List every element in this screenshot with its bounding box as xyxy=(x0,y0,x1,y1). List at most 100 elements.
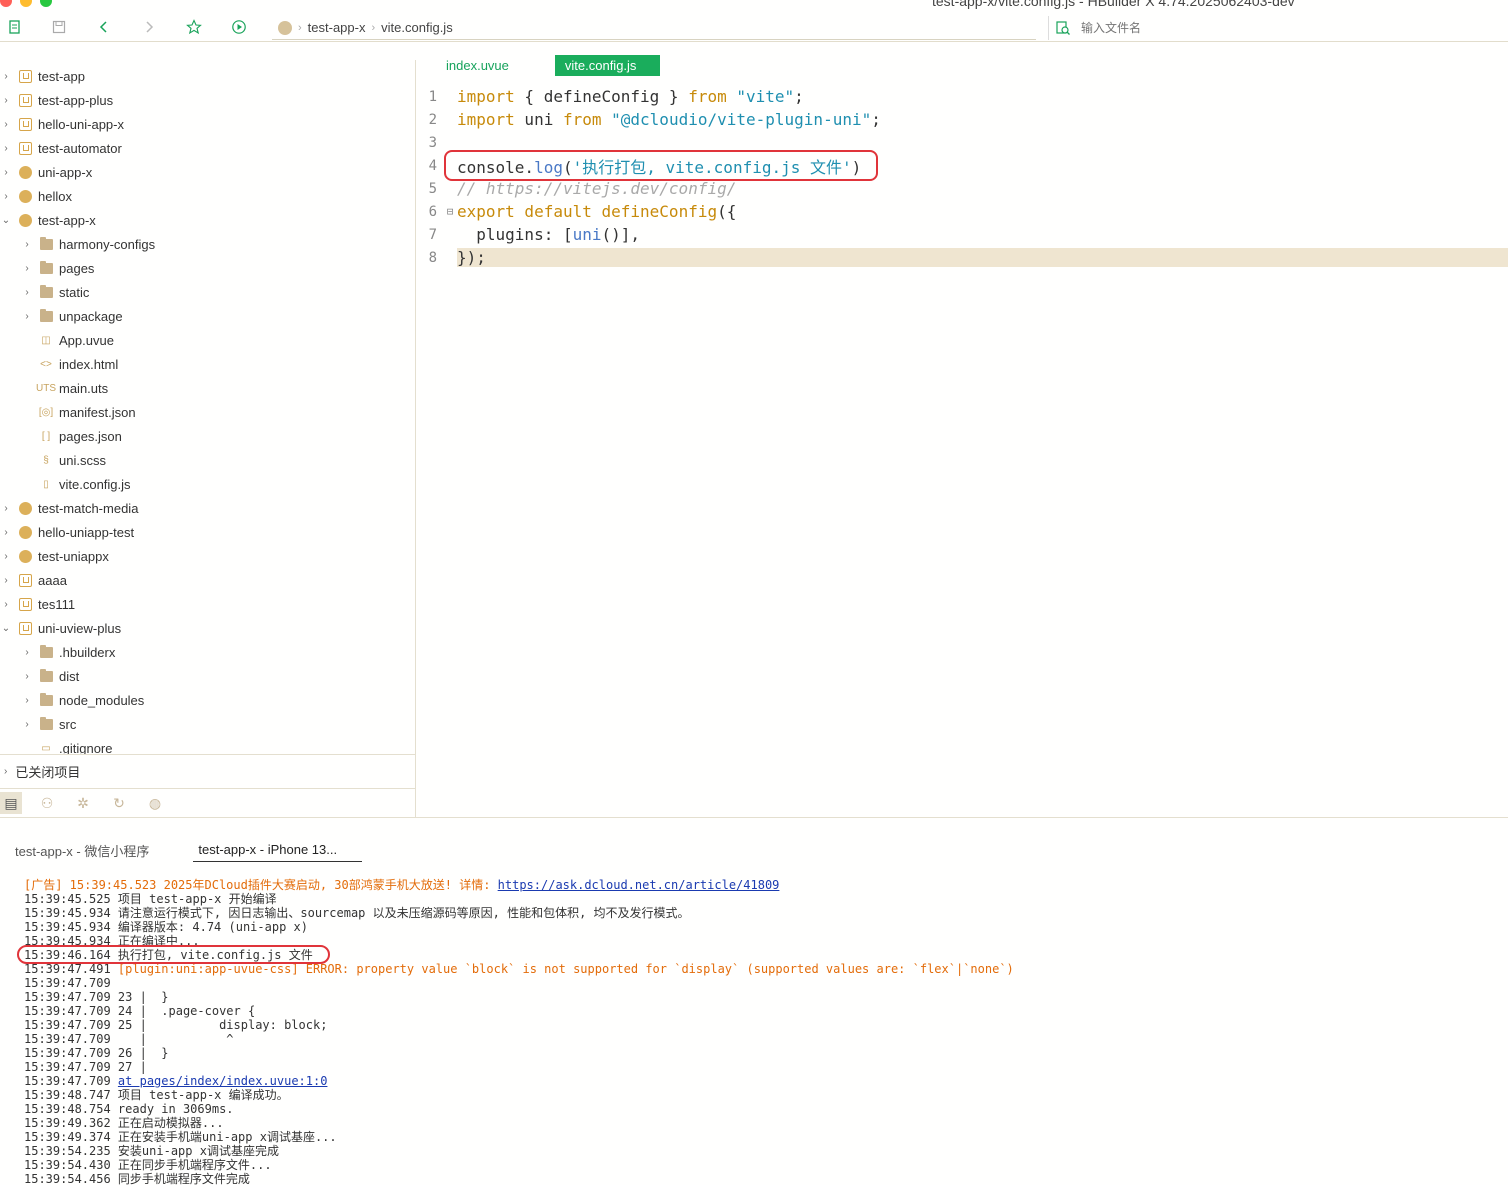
file-search-input[interactable] xyxy=(1081,21,1381,35)
tree-item-label: node_modules xyxy=(59,692,145,708)
tree-item-label: pages.json xyxy=(59,428,122,444)
tree-item-label: unpackage xyxy=(59,308,123,324)
breadcrumb-project[interactable]: test-app-x xyxy=(308,20,366,35)
chevron-down-icon: ⌄ xyxy=(1,622,11,634)
tree-item[interactable]: › hello-uni-app-x xyxy=(0,112,416,136)
bug-icon[interactable]: ✲ xyxy=(72,792,94,814)
tree-item[interactable]: [ ] pages.json xyxy=(0,424,416,448)
project-round-icon xyxy=(18,525,32,539)
star-icon[interactable] xyxy=(185,18,203,36)
code-text: export default defineConfig({ xyxy=(457,202,736,221)
tree-item[interactable]: › test-app-plus xyxy=(0,88,416,112)
maximize-window-button[interactable] xyxy=(40,0,52,7)
log-line: 15:39:47.491 [plugin:uni:app-uvue-css] E… xyxy=(24,962,1504,976)
tree-item[interactable]: › tes111 xyxy=(0,592,416,616)
plugin-icon[interactable]: ◍ xyxy=(144,792,166,814)
tree-item[interactable]: › test-app xyxy=(0,64,416,88)
project-round-icon xyxy=(18,189,32,203)
ad-link[interactable]: https://ask.dcloud.net.cn/article/41809 xyxy=(498,878,780,892)
tab-vite-config[interactable]: vite.config.js xyxy=(554,54,661,76)
log-line: 15:39:54.235 安装uni-app x调试基座完成 xyxy=(24,1144,279,1158)
debug-icon[interactable]: ⚇ xyxy=(36,792,58,814)
log-line: 15:39:48.747 项目 test-app-x 编译成功。 xyxy=(24,1088,289,1102)
code-token: uni xyxy=(572,225,602,244)
project-square-icon xyxy=(18,93,32,107)
manifest-file-icon: [◎] xyxy=(38,406,54,418)
tree-item[interactable]: › .hbuilderx xyxy=(0,640,416,664)
tree-item[interactable]: › test-match-media xyxy=(0,496,416,520)
tree-item[interactable]: › test-automator xyxy=(0,136,416,160)
back-icon[interactable] xyxy=(95,18,113,36)
tree-item[interactable]: › aaaa xyxy=(0,568,416,592)
project-square-icon xyxy=(18,69,32,83)
tree-item[interactable]: ⌄ test-app-x xyxy=(0,208,416,232)
tree-item[interactable]: ◫ App.uvue xyxy=(0,328,416,352)
chevron-right-icon: › xyxy=(4,574,8,586)
tree-item[interactable]: › unpackage xyxy=(0,304,416,328)
chevron-right-icon: › xyxy=(25,670,29,682)
forward-icon[interactable] xyxy=(140,18,158,36)
tree-item[interactable]: › hello-uniapp-test xyxy=(0,520,416,544)
tree-item-label: test-match-media xyxy=(38,500,139,516)
code-line[interactable]: 2 import uni from "@dcloudio/vite-plugin-… xyxy=(417,108,1508,131)
tree-item[interactable]: › static xyxy=(0,280,416,304)
tree-item[interactable]: › dist xyxy=(0,664,416,688)
chevron-right-icon: › xyxy=(4,142,8,154)
tree-item[interactable]: › test-uniappx xyxy=(0,544,416,568)
project-round-icon xyxy=(18,549,32,563)
console-tab-iphone[interactable]: test-app-x - iPhone 13... xyxy=(193,838,363,862)
console-panel: test-app-x - 微信小程序 test-app-x - iPhone 1… xyxy=(0,817,1508,1185)
tree-item-label: aaaa xyxy=(38,572,67,588)
code-line[interactable]: 8}); xyxy=(417,246,1508,269)
code-area[interactable]: 1 import { defineConfig } from "vite"; 2 im… xyxy=(417,85,1508,269)
log-line: 15:39:45.525 项目 test-app-x 开始编译 xyxy=(24,892,277,906)
project-square-icon xyxy=(18,597,32,611)
tree-item[interactable]: › node_modules xyxy=(0,688,416,712)
breadcrumb-file[interactable]: vite.config.js xyxy=(381,20,453,35)
uts-file-icon: UTS xyxy=(36,382,56,394)
log-line: 15:39:49.362 正在启动模拟器... xyxy=(24,1116,224,1130)
console-tab-wechat[interactable]: test-app-x - 微信小程序 xyxy=(0,838,164,862)
html-file-icon: <> xyxy=(40,358,52,370)
source-location-link[interactable]: at pages/index/index.uvue:1:0 xyxy=(118,1074,328,1088)
tree-item[interactable]: [◎] manifest.json xyxy=(0,400,416,424)
code-token: from xyxy=(562,110,602,129)
project-manager-icon[interactable]: ▤ xyxy=(0,792,22,814)
git-icon[interactable]: ↻ xyxy=(108,792,130,814)
code-line[interactable]: 5 // https://vitejs.dev/config/ xyxy=(417,177,1508,200)
log-time: 15:39:47.709 xyxy=(24,1074,118,1088)
code-text: plugins: [uni()], xyxy=(457,225,640,244)
tree-item[interactable]: › harmony-configs xyxy=(0,232,416,256)
tree-item[interactable]: UTS main.uts xyxy=(0,376,416,400)
fold-toggle-icon[interactable]: ⊟ xyxy=(443,205,457,218)
code-line[interactable]: 6 ⊟ export default defineConfig({ xyxy=(417,200,1508,223)
run-icon[interactable] xyxy=(230,18,248,36)
tree-item[interactable]: ▯ vite.config.js xyxy=(0,472,416,496)
js-file-icon: ▯ xyxy=(43,478,49,490)
code-token: }); xyxy=(457,248,486,267)
code-line[interactable]: 3 xyxy=(417,131,1508,154)
tree-item[interactable]: § uni.scss xyxy=(0,448,416,472)
chevron-right-icon: › xyxy=(25,238,29,250)
tree-item[interactable]: › uni-app-x xyxy=(0,160,416,184)
close-window-button[interactable] xyxy=(0,0,12,7)
minimize-window-button[interactable] xyxy=(20,0,32,7)
tree-item[interactable]: ⌄ uni-uview-plus xyxy=(0,616,416,640)
tree-item[interactable]: <> index.html xyxy=(0,352,416,376)
log-line: 15:39:45.934 编译器版本: 4.74 (uni-app x) xyxy=(24,920,308,934)
log-line: 15:39:47.709 at pages/index/index.uvue:1… xyxy=(24,1074,1504,1088)
tree-item[interactable]: › hellox xyxy=(0,184,416,208)
code-line[interactable]: 7 plugins: [uni()], xyxy=(417,223,1508,246)
code-line[interactable]: 1 import { defineConfig } from "vite"; xyxy=(417,85,1508,108)
code-line[interactable]: 4 console.log('执行打包, vite.config.js 文件') xyxy=(417,154,1508,177)
closed-projects[interactable]: › 已关闭项目 xyxy=(0,754,416,788)
log-line: 15:39:49.374 正在安装手机端uni-app x调试基座... xyxy=(24,1130,337,1144)
new-file-icon[interactable] xyxy=(6,18,24,36)
tree-item[interactable]: ▭ .gitignore xyxy=(0,736,416,755)
tab-index-uvue[interactable]: index.uvue xyxy=(436,55,519,76)
tree-item[interactable]: › src xyxy=(0,712,416,736)
log-line: 15:39:47.709 | ^ xyxy=(24,1032,234,1046)
tree-item[interactable]: › pages xyxy=(0,256,416,280)
save-icon[interactable] xyxy=(50,18,68,36)
log-line: 15:39:47.709 23 | } xyxy=(24,990,169,1004)
